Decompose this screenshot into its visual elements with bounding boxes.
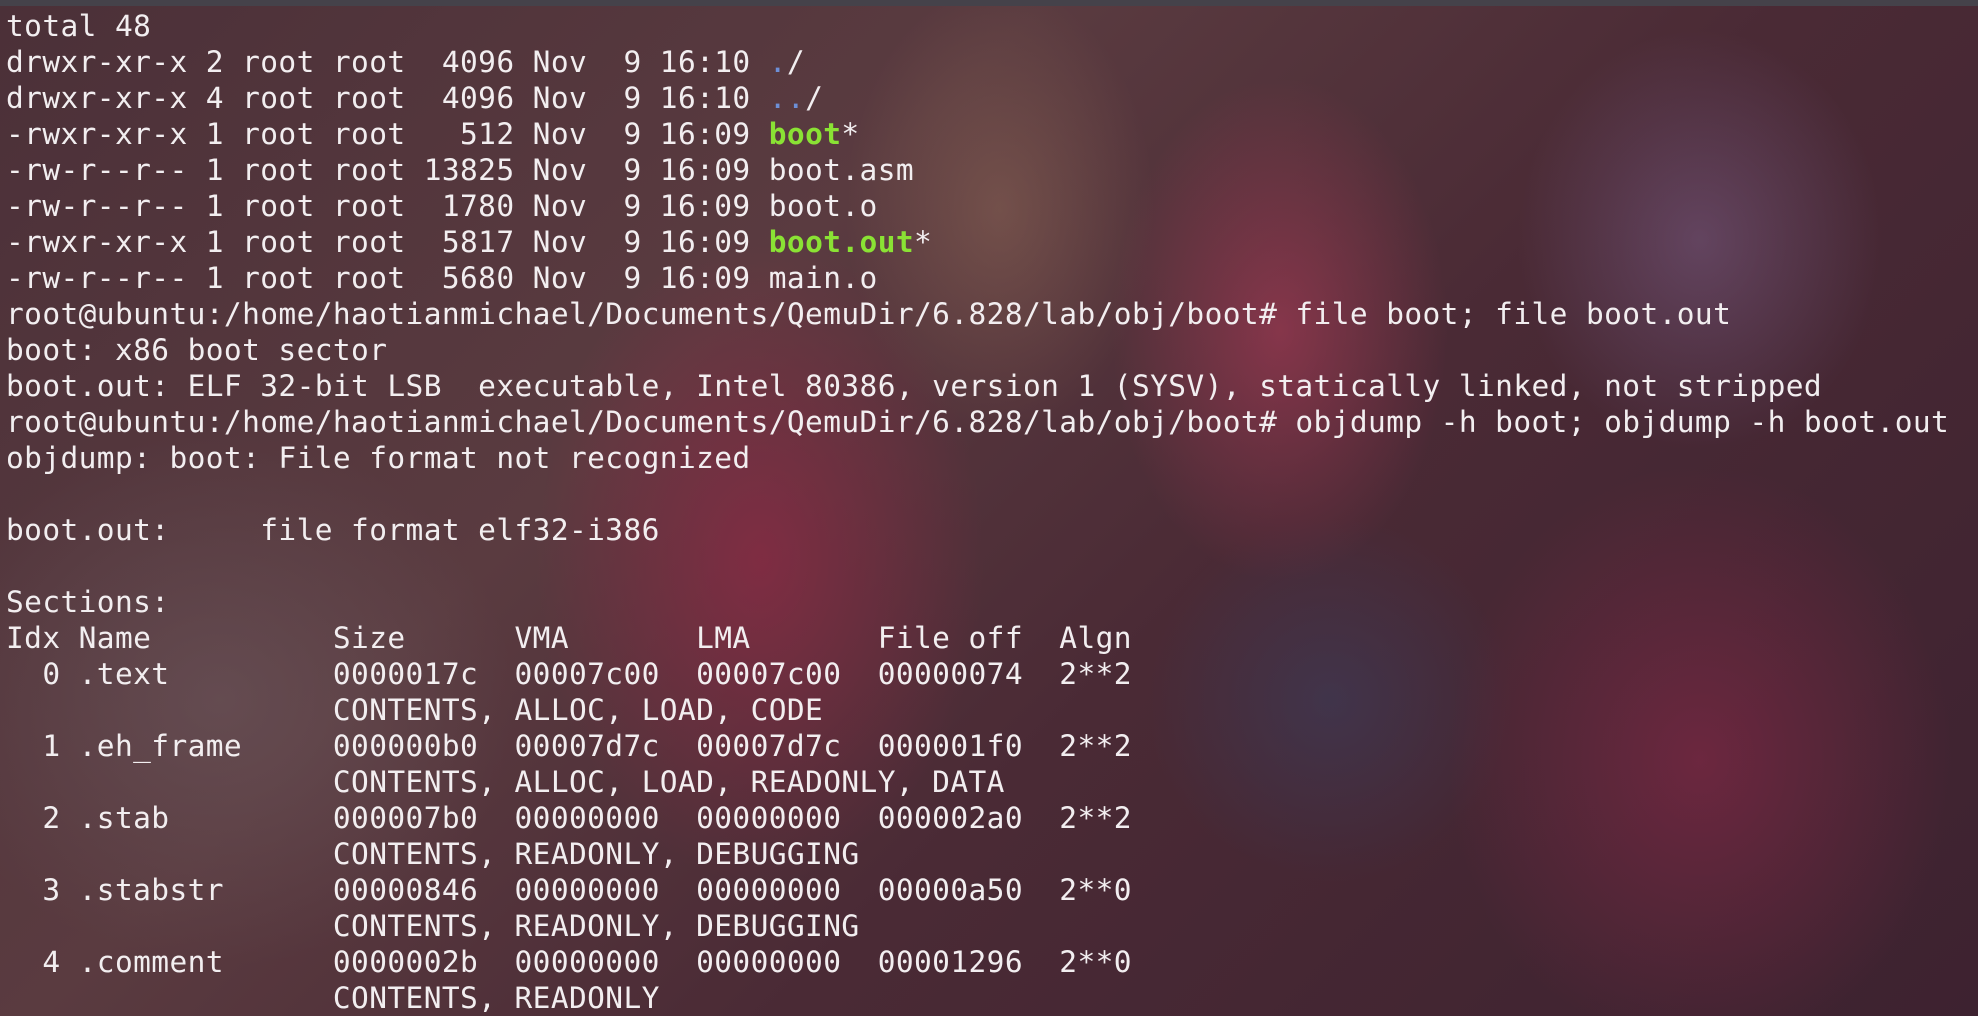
line-text: total 48 (6, 9, 152, 43)
terminal-output[interactable]: total 48 drwxr-xr-x 2 root root 4096 Nov … (6, 8, 1949, 1016)
line-text: -rw-r--r-- 1 root root 13825 Nov 9 16:09… (6, 153, 915, 187)
line-text: / (786, 45, 806, 79)
terminal-line: CONTENTS, READONLY (6, 980, 1949, 1016)
terminal-line: 4 .comment 0000002b 00000000 00000000 00… (6, 944, 1949, 980)
terminal-line: CONTENTS, ALLOC, LOAD, READONLY, DATA (6, 764, 1949, 800)
line-text: -rwxr-xr-x 1 root root 5817 Nov 9 16:09 (6, 225, 769, 259)
terminal-line: 0 .text 0000017c 00007c00 00007c00 00000… (6, 656, 1949, 692)
terminal-line: root@ubuntu:/home/haotianmichael/Documen… (6, 404, 1949, 440)
terminal-line: Sections: (6, 584, 1949, 620)
line-text: 4 .comment 0000002b 00000000 00000000 00… (6, 945, 1132, 979)
terminal-window[interactable]: total 48 drwxr-xr-x 2 root root 4096 Nov … (0, 0, 1978, 1016)
terminal-line: -rwxr-xr-x 1 root root 512 Nov 9 16:09 b… (6, 116, 1949, 152)
directory-name: . (768, 45, 787, 79)
terminal-line: total 48 (6, 8, 1949, 44)
line-text: Idx Name Size VMA LMA File off Algn (6, 621, 1132, 655)
terminal-line: CONTENTS, READONLY, DEBUGGING (6, 908, 1949, 944)
line-text: * (841, 117, 860, 151)
terminal-line: CONTENTS, READONLY, DEBUGGING (6, 836, 1949, 872)
line-text: CONTENTS, ALLOC, LOAD, CODE (6, 693, 824, 727)
executable-name: boot (768, 117, 842, 151)
executable-name: boot.out (768, 225, 915, 259)
line-text: objdump: boot: File format not recognize… (6, 441, 751, 475)
line-text: boot.out: file format elf32-i386 (6, 513, 660, 547)
terminal-line: -rw-r--r-- 1 root root 5680 Nov 9 16:09 … (6, 260, 1949, 296)
line-text: root@ubuntu:/home/haotianmichael/Documen… (6, 405, 1950, 439)
terminal-line: Idx Name Size VMA LMA File off Algn (6, 620, 1949, 656)
terminal-line: CONTENTS, ALLOC, LOAD, CODE (6, 692, 1949, 728)
line-text: drwxr-xr-x 4 root root 4096 Nov 9 16:10 (6, 81, 769, 115)
directory-name: .. (768, 81, 806, 115)
terminal-line: objdump: boot: File format not recognize… (6, 440, 1949, 476)
line-text: 2 .stab 000007b0 00000000 00000000 00000… (6, 801, 1132, 835)
line-text: -rw-r--r-- 1 root root 1780 Nov 9 16:09 … (6, 189, 878, 223)
line-text: CONTENTS, READONLY, DEBUGGING (6, 909, 860, 943)
line-text: -rw-r--r-- 1 root root 5680 Nov 9 16:09 … (6, 261, 878, 295)
terminal-line: boot: x86 boot sector (6, 332, 1949, 368)
line-text: 1 .eh_frame 000000b0 00007d7c 00007d7c 0… (6, 729, 1132, 763)
terminal-line: -rw-r--r-- 1 root root 1780 Nov 9 16:09 … (6, 188, 1949, 224)
line-text: -rwxr-xr-x 1 root root 512 Nov 9 16:09 (6, 117, 769, 151)
line-text: 3 .stabstr 00000846 00000000 00000000 00… (6, 873, 1132, 907)
line-text: * (914, 225, 933, 259)
terminal-line: drwxr-xr-x 2 root root 4096 Nov 9 16:10 … (6, 44, 1949, 80)
terminal-line: root@ubuntu:/home/haotianmichael/Documen… (6, 296, 1949, 332)
terminal-line: 1 .eh_frame 000000b0 00007d7c 00007d7c 0… (6, 728, 1949, 764)
line-text: CONTENTS, ALLOC, LOAD, READONLY, DATA (6, 765, 1005, 799)
line-text: boot: x86 boot sector (6, 333, 388, 367)
terminal-line: boot.out: file format elf32-i386 (6, 512, 1949, 548)
window-top-edge (0, 0, 1978, 6)
terminal-line: 3 .stabstr 00000846 00000000 00000000 00… (6, 872, 1949, 908)
line-text: CONTENTS, READONLY (6, 981, 660, 1015)
terminal-line: drwxr-xr-x 4 root root 4096 Nov 9 16:10 … (6, 80, 1949, 116)
terminal-line: -rwxr-xr-x 1 root root 5817 Nov 9 16:09 … (6, 224, 1949, 260)
terminal-line: -rw-r--r-- 1 root root 13825 Nov 9 16:09… (6, 152, 1949, 188)
terminal-line: 2 .stab 000007b0 00000000 00000000 00000… (6, 800, 1949, 836)
terminal-line: boot.out: ELF 32-bit LSB executable, Int… (6, 368, 1949, 404)
line-text: drwxr-xr-x 2 root root 4096 Nov 9 16:10 (6, 45, 769, 79)
line-text: Sections: (6, 585, 170, 619)
line-text: boot.out: ELF 32-bit LSB executable, Int… (6, 369, 1823, 403)
line-text: / (805, 81, 824, 115)
line-text: CONTENTS, READONLY, DEBUGGING (6, 837, 860, 871)
line-text: root@ubuntu:/home/haotianmichael/Documen… (6, 297, 1732, 331)
line-text: 0 .text 0000017c 00007c00 00007c00 00000… (6, 657, 1132, 691)
